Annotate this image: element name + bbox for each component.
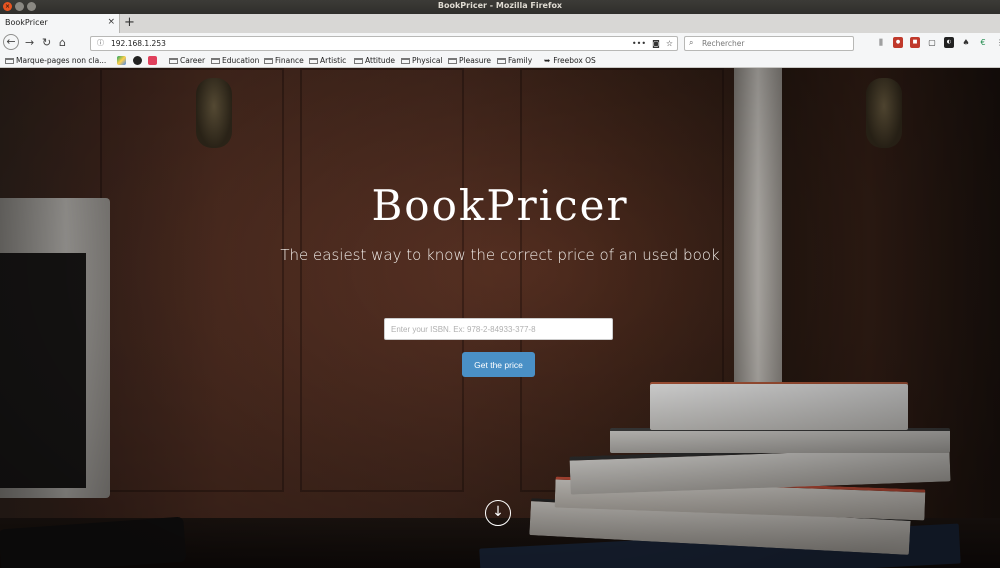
new-tab-button[interactable]: +	[124, 15, 135, 31]
navigation-toolbar: ← → ↻ ⌂ ⓘ 192.168.1.253 ••• ◙ ☆ ⌕ Recher…	[0, 33, 1000, 55]
folder-icon	[354, 58, 363, 64]
bookmark-freebox[interactable]: ➥ Freebox OS	[544, 55, 596, 66]
library-icon[interactable]: ⫼	[876, 37, 886, 48]
addon-red-icon[interactable]: ●	[893, 37, 903, 48]
pocket-icon[interactable]: ◙	[652, 37, 660, 50]
folder-icon	[401, 58, 410, 64]
url-text[interactable]: 192.168.1.253	[111, 39, 166, 48]
bookmark-unsorted[interactable]: Marque-pages non cla...	[5, 55, 106, 66]
bookmark-finance[interactable]: Finance	[264, 55, 304, 66]
folder-icon	[309, 58, 318, 64]
folder-icon	[497, 58, 506, 64]
bookmark-label: Artistic	[320, 56, 347, 65]
bookmark-label: Education	[222, 56, 260, 65]
back-button[interactable]: ←	[3, 34, 19, 50]
hero-section: BookPricer The easiest way to know the c…	[0, 68, 1000, 568]
bookmark-label: Attitude	[365, 56, 396, 65]
home-button[interactable]: ⌂	[59, 36, 66, 50]
bookmark-label: Marque-pages non cla...	[16, 56, 107, 65]
pocket-bookmark-icon[interactable]	[148, 56, 157, 65]
bookmark-label: Physical	[412, 56, 443, 65]
freebox-icon: ➥	[544, 56, 551, 65]
tab-close-icon[interactable]: ×	[107, 17, 115, 27]
addon-green-icon[interactable]: €	[978, 37, 988, 48]
bookmark-star-icon[interactable]: ☆	[666, 37, 673, 50]
menu-icon[interactable]: ⋮	[995, 37, 1000, 48]
search-bar[interactable]: ⌕ Rechercher	[684, 36, 854, 51]
bookmark-pleasure[interactable]: Pleasure	[448, 55, 491, 66]
toolbar-icons: ⫼ ● ■ ▢ ◐ ♠ € ⋮	[876, 37, 1000, 48]
window-title: BookPricer - Mozilla Firefox	[437, 1, 563, 10]
bookmark-label: Pleasure	[459, 56, 492, 65]
bookmark-label: Career	[180, 56, 206, 65]
hero-subtitle: The easiest way to know the correct pric…	[280, 246, 720, 264]
search-placeholder[interactable]: Rechercher	[702, 39, 744, 48]
sidebar-icon[interactable]: ▢	[927, 37, 937, 48]
site-info-icon[interactable]: ⓘ	[97, 38, 104, 48]
bookmark-attitude[interactable]: Attitude	[354, 55, 395, 66]
folder-icon	[448, 58, 457, 64]
tab-bookpricer[interactable]: BookPricer ×	[0, 14, 120, 33]
bookmarks-toolbar: Marque-pages non cla... Career Education…	[0, 54, 1000, 68]
bookmark-career[interactable]: Career	[169, 55, 205, 66]
bookmark-label: Family	[508, 56, 533, 65]
bookmark-label: Finance	[275, 56, 304, 65]
bookmark-circle-icon[interactable]	[133, 56, 142, 65]
google-drive-icon[interactable]	[117, 56, 126, 65]
search-icon: ⌕	[689, 38, 694, 47]
window-titlebar: × BookPricer - Mozilla Firefox	[0, 0, 1000, 14]
get-price-button[interactable]: Get the price	[462, 352, 535, 377]
bookmark-physical[interactable]: Physical	[401, 55, 443, 66]
folder-icon	[211, 58, 220, 64]
page-actions-button[interactable]: •••	[632, 37, 646, 50]
bookmark-family[interactable]: Family	[497, 55, 532, 66]
hero-title: BookPricer	[371, 181, 629, 230]
folder-icon	[5, 58, 14, 64]
addon-abp-icon[interactable]: ■	[910, 37, 920, 48]
bookmark-artistic[interactable]: Artistic	[309, 55, 346, 66]
reload-button[interactable]: ↻	[42, 36, 51, 50]
tab-label: BookPricer	[5, 18, 48, 27]
url-actions: ••• ◙ ☆	[632, 37, 673, 50]
folder-icon	[169, 58, 178, 64]
bookmark-label: Freebox OS	[553, 56, 596, 65]
addon-dark-icon[interactable]: ◐	[944, 37, 954, 48]
url-bar[interactable]: ⓘ 192.168.1.253 ••• ◙ ☆	[90, 36, 678, 51]
addon-hat-icon[interactable]: ♠	[961, 37, 971, 48]
arrow-down-circle-icon[interactable]: ↓	[485, 500, 511, 526]
tab-bar: BookPricer × +	[0, 14, 1000, 34]
bookmark-education[interactable]: Education	[211, 55, 259, 66]
forward-button[interactable]: →	[25, 36, 34, 50]
isbn-input[interactable]	[384, 318, 613, 340]
folder-icon	[264, 58, 273, 64]
